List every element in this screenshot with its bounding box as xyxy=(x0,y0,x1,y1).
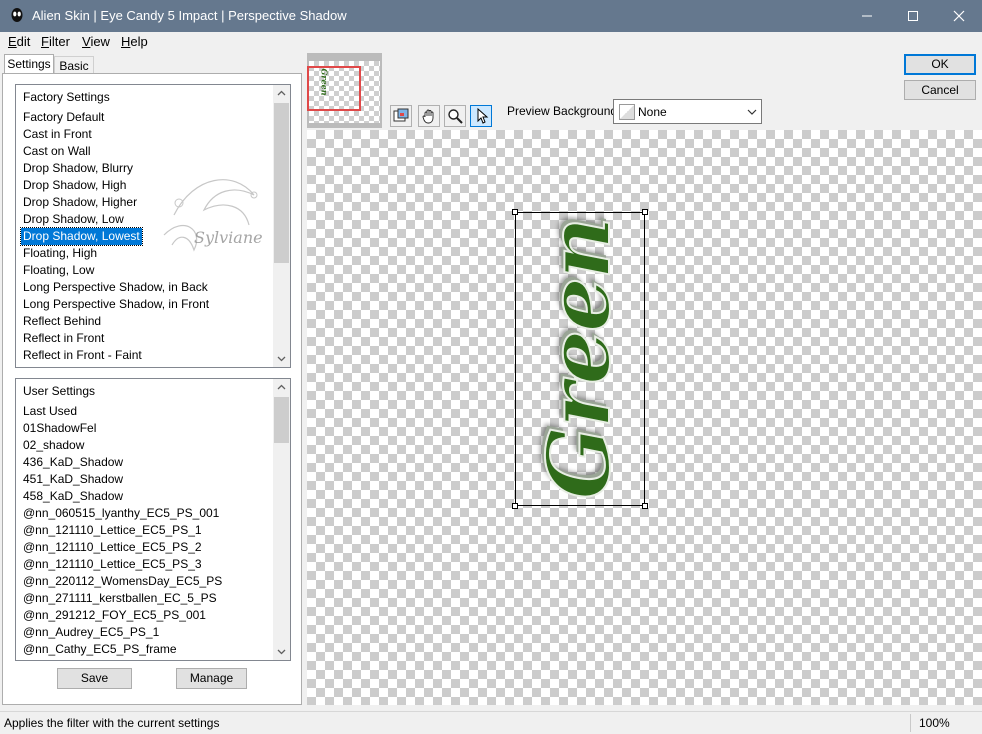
resize-handle[interactable] xyxy=(512,503,518,509)
preview-background-label: Preview Background: xyxy=(507,104,621,118)
factory-settings-list[interactable]: Factory Settings Factory Default Cast in … xyxy=(15,84,291,368)
chevron-up-icon xyxy=(277,90,286,96)
navigator-tool[interactable] xyxy=(390,105,412,127)
factory-settings-header: Factory Settings xyxy=(23,90,110,104)
resize-handle[interactable] xyxy=(642,209,648,215)
list-item[interactable]: Floating, High xyxy=(21,245,99,262)
user-scrollbar[interactable] xyxy=(273,379,290,660)
list-item[interactable]: 01ShadowFel xyxy=(21,420,98,437)
chevron-down-icon xyxy=(747,109,757,115)
minimize-button[interactable] xyxy=(844,0,890,32)
list-item[interactable]: @nn_121110_Lettice_EC5_PS_1 xyxy=(21,522,204,539)
zoom-level: 100% xyxy=(919,716,950,730)
list-item[interactable]: Drop Shadow, High xyxy=(21,177,128,194)
preview-background-select[interactable]: None xyxy=(613,99,762,124)
list-item[interactable]: Cast on Wall xyxy=(21,143,93,160)
list-item[interactable]: @nn_291212_FOY_EC5_PS_001 xyxy=(21,607,208,624)
resize-handle[interactable] xyxy=(512,209,518,215)
list-item[interactable]: Reflect in Front xyxy=(21,330,106,347)
watermark-text: Sylviane xyxy=(194,228,263,247)
scroll-down-button[interactable] xyxy=(273,643,290,660)
zoom-icon xyxy=(448,109,463,124)
cancel-button[interactable]: Cancel xyxy=(904,80,976,100)
list-item[interactable]: 02_shadow xyxy=(21,437,86,454)
list-item[interactable]: Factory Default xyxy=(21,109,106,126)
preview-background-value: None xyxy=(638,105,667,119)
manage-button[interactable]: Manage xyxy=(176,668,247,689)
list-item[interactable]: 436_KaD_Shadow xyxy=(21,454,125,471)
list-item[interactable]: @nn_060515_lyanthy_EC5_PS_001 xyxy=(21,505,221,522)
list-item[interactable]: Long Perspective Shadow, in Back xyxy=(21,279,210,296)
preview-canvas[interactable]: Green xyxy=(307,130,982,705)
user-settings-list[interactable]: User Settings Last Used 01ShadowFel 02_sha… xyxy=(15,378,291,661)
alien-skin-icon xyxy=(11,8,23,22)
menu-filter[interactable]: Filter xyxy=(41,34,70,49)
list-item[interactable]: @nn_Audrey_EC5_PS_1 xyxy=(21,624,161,641)
status-bar: Applies the filter with the current sett… xyxy=(0,711,982,734)
menu-edit[interactable]: Edit xyxy=(8,34,30,49)
list-item[interactable]: @nn_220112_WomensDay_EC5_PS xyxy=(21,573,224,590)
list-item[interactable]: Drop Shadow, Higher xyxy=(21,194,139,211)
user-settings-header: User Settings xyxy=(23,384,96,398)
watermark-flourish xyxy=(163,179,258,252)
menu-view[interactable]: View xyxy=(82,34,110,49)
maximize-icon xyxy=(908,11,918,21)
list-item[interactable]: @nn_121110_Lettice_EC5_PS_2 xyxy=(21,539,204,556)
scroll-down-button[interactable] xyxy=(273,350,290,367)
list-item[interactable]: @nn_121110_Lettice_EC5_PS_3 xyxy=(21,556,204,573)
window-title: Alien Skin | Eye Candy 5 Impact | Perspe… xyxy=(32,8,347,23)
status-divider xyxy=(910,714,911,732)
status-message: Applies the filter with the current sett… xyxy=(4,716,220,730)
list-item[interactable]: Drop Shadow, Blurry xyxy=(21,160,135,177)
list-item[interactable]: Reflect Behind xyxy=(21,313,103,330)
hand-tool[interactable] xyxy=(418,105,440,127)
navigator-icon xyxy=(393,108,409,122)
list-item[interactable]: 451_KaD_Shadow xyxy=(21,471,125,488)
factory-scrollbar[interactable] xyxy=(273,85,290,367)
arrow-pointer-icon xyxy=(477,108,489,124)
minimize-icon xyxy=(862,15,872,17)
list-item[interactable]: Long Perspective Shadow, in Front xyxy=(21,296,211,313)
navigator-view-frame[interactable] xyxy=(307,66,361,111)
tab-settings[interactable]: Settings xyxy=(4,54,54,73)
preview-text: Green xyxy=(528,218,631,501)
zoom-tool[interactable] xyxy=(444,105,466,127)
list-item[interactable]: Floating, Low xyxy=(21,262,96,279)
hand-icon xyxy=(422,109,434,124)
close-icon xyxy=(953,10,965,22)
menu-help[interactable]: Help xyxy=(121,34,148,49)
list-item[interactable]: Cast in Front xyxy=(21,126,94,143)
pointer-tool[interactable] xyxy=(470,105,492,127)
list-item[interactable]: @nn_Cathy_EC5_PS_frame xyxy=(21,641,179,658)
list-item[interactable]: 458_KaD_Shadow xyxy=(21,488,125,505)
list-item[interactable]: Drop Shadow, Low xyxy=(21,211,126,228)
scroll-up-button[interactable] xyxy=(273,379,290,396)
resize-handle[interactable] xyxy=(642,503,648,509)
chevron-up-icon xyxy=(277,384,286,390)
ok-button[interactable]: OK xyxy=(904,54,976,75)
chevron-down-icon xyxy=(277,356,286,362)
title-bar: Alien Skin | Eye Candy 5 Impact | Perspe… xyxy=(0,0,982,32)
save-button[interactable]: Save xyxy=(57,668,132,689)
menu-bar: Edit Filter View Help xyxy=(0,32,982,52)
maximize-button[interactable] xyxy=(890,0,936,32)
list-item[interactable]: Drop Shadow, Lowest xyxy=(20,227,143,246)
chevron-down-icon xyxy=(277,649,286,655)
list-item[interactable]: Last Used xyxy=(21,403,79,420)
scroll-up-button[interactable] xyxy=(273,85,290,102)
swatch-icon xyxy=(619,104,635,120)
scroll-thumb[interactable] xyxy=(274,103,289,263)
close-button[interactable] xyxy=(936,0,982,32)
list-item[interactable]: @nn_271111_kerstballen_EC_5_PS xyxy=(21,590,219,607)
scroll-thumb[interactable] xyxy=(274,397,289,443)
list-item[interactable]: Reflect in Front - Faint xyxy=(21,347,144,364)
